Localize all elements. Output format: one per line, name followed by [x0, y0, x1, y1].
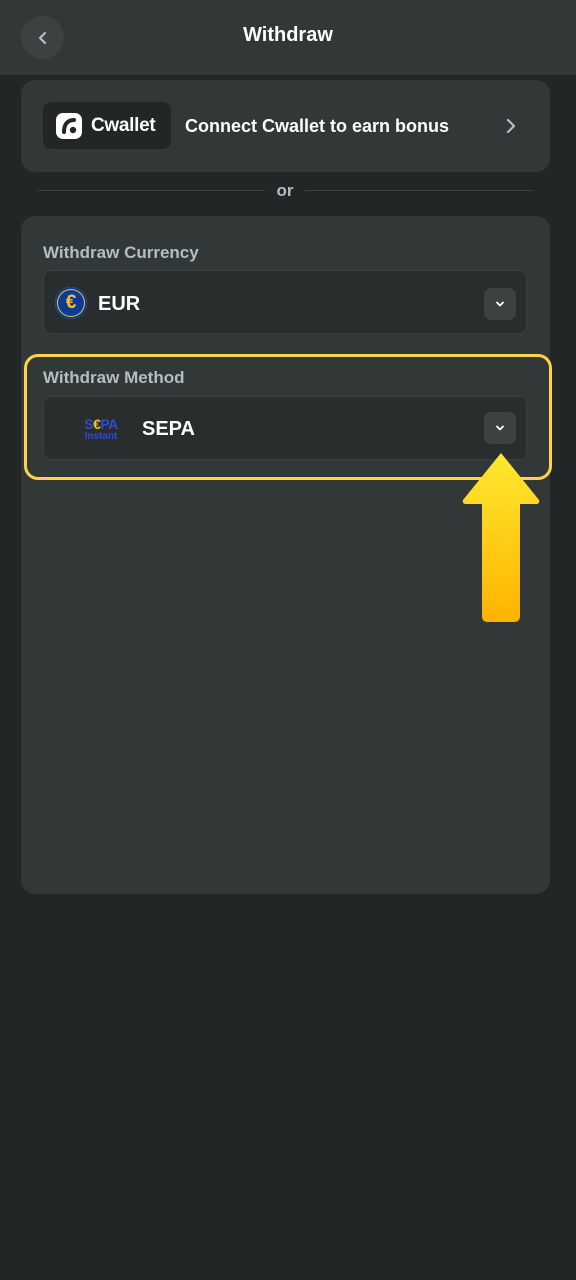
- cwallet-logo-text: Cwallet: [91, 114, 156, 136]
- currency-select[interactable]: € EUR: [43, 270, 527, 334]
- euro-icon: €: [55, 287, 87, 319]
- currency-label: Withdraw Currency: [43, 243, 199, 262]
- currency-value: EUR: [98, 293, 141, 315]
- cwallet-promo-text: Connect Cwallet to earn bonus: [185, 116, 450, 136]
- euro-glyph: €: [65, 292, 77, 313]
- top-bar: Withdraw: [0, 0, 576, 75]
- or-text: or: [276, 181, 294, 200]
- cwallet-connect-card[interactable]: Cwallet Connect Cwallet to earn bonus: [21, 80, 550, 172]
- page-title: Withdraw: [243, 24, 333, 46]
- or-divider: or: [37, 180, 533, 202]
- withdraw-page: Withdraw Cwallet Connect Cwallet to earn…: [0, 0, 576, 1280]
- cwallet-icon: [56, 112, 82, 139]
- currency-dropdown-button[interactable]: [484, 288, 516, 320]
- divider-line-right: [305, 190, 533, 191]
- chevron-down-icon: [496, 301, 504, 307]
- cwallet-logo: Cwallet: [43, 102, 171, 149]
- up-arrow-icon: [462, 453, 540, 622]
- chevron-right-icon: [506, 118, 516, 134]
